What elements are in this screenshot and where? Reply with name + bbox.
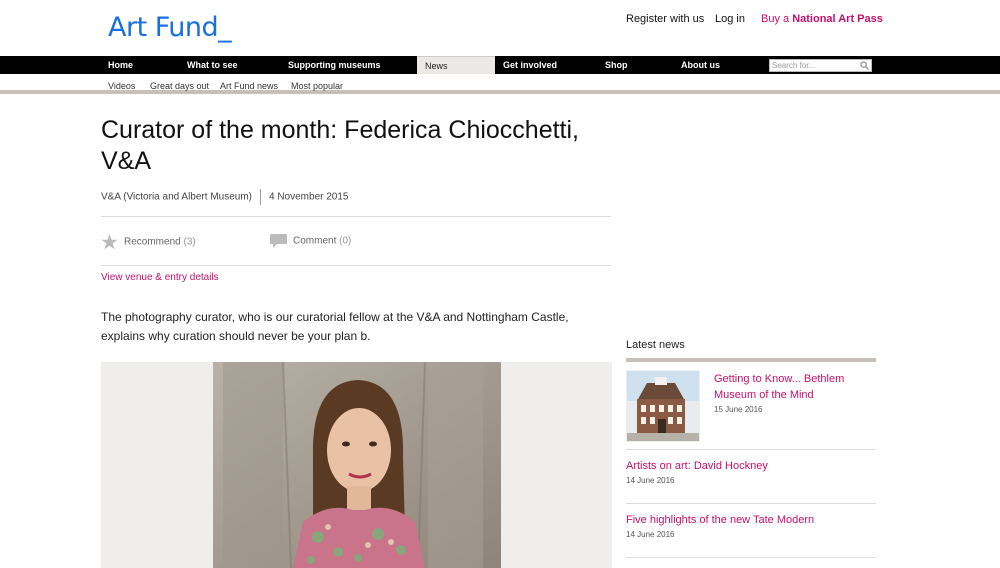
search-placeholder: Search for... xyxy=(772,61,816,70)
nav-item-home[interactable]: Home xyxy=(101,56,183,74)
meta-divider xyxy=(260,189,261,205)
recommend-label: Recommend xyxy=(124,236,181,248)
recommend-button[interactable]: Recommend (3) xyxy=(101,234,196,250)
search-icon[interactable] xyxy=(860,61,869,70)
sidebar-rule xyxy=(626,358,876,362)
header-links: Register with us Log in Buy a National A… xyxy=(0,13,1000,29)
sub-nav: Videos Great days out Art Fund news Most… xyxy=(0,74,1000,94)
news-thumbnail[interactable] xyxy=(626,370,700,442)
article-meta: V&A (Victoria and Albert Museum) 4 Novemb… xyxy=(101,189,349,205)
nav-item-news[interactable]: News xyxy=(417,56,495,74)
news-item-title[interactable]: Five highlights of the new Tate Modern xyxy=(626,512,876,528)
news-item-date: 15 June 2016 xyxy=(714,405,763,414)
register-link[interactable]: Register with us xyxy=(626,13,704,25)
nav-item-get-involved[interactable]: Get involved xyxy=(503,56,593,74)
nav-item-what-to-see[interactable]: What to see xyxy=(187,56,281,74)
article-image-frame xyxy=(101,362,612,568)
news-item-date: 14 June 2016 xyxy=(626,530,675,539)
subnav-most-popular[interactable]: Most popular xyxy=(291,81,343,91)
divider xyxy=(101,265,611,266)
main-nav: Home What to see Supporting museums News… xyxy=(101,56,876,74)
news-item-date: 14 June 2016 xyxy=(626,476,675,485)
divider xyxy=(626,449,876,450)
login-link[interactable]: Log in xyxy=(715,13,745,25)
buy-pass-prefix: Buy a xyxy=(761,13,793,25)
buy-pass-bold: National Art Pass xyxy=(792,13,883,25)
subnav-art-fund-news[interactable]: Art Fund news xyxy=(220,81,278,91)
subnav-great-days-out[interactable]: Great days out xyxy=(150,81,209,91)
subnav-videos[interactable]: Videos xyxy=(108,81,135,91)
search-input[interactable]: Search for... xyxy=(769,59,872,72)
view-venue-link[interactable]: View venue & entry details xyxy=(101,272,219,283)
curator-portrait-image xyxy=(213,362,501,568)
comment-label: Comment xyxy=(293,235,337,247)
portrait-illustration xyxy=(213,362,501,568)
nav-item-about-us[interactable]: About us xyxy=(681,56,751,74)
building-thumbnail xyxy=(627,371,699,441)
comment-count: (0) xyxy=(339,235,352,247)
news-item-title[interactable]: Getting to Know... Bethlem Museum of the… xyxy=(714,371,874,403)
divider xyxy=(626,557,876,558)
article-date: 4 November 2015 xyxy=(269,191,349,203)
latest-news-heading: Latest news xyxy=(626,339,685,351)
divider xyxy=(626,503,876,504)
nav-item-supporting-museums[interactable]: Supporting museums xyxy=(288,56,408,74)
nav-item-shop[interactable]: Shop xyxy=(605,56,665,74)
comment-icon xyxy=(270,234,287,248)
divider xyxy=(101,216,611,217)
news-item-title[interactable]: Artists on art: David Hockney xyxy=(626,458,876,474)
comment-button[interactable]: Comment (0) xyxy=(270,234,351,248)
article-title: Curator of the month: Federica Chiocchet… xyxy=(101,116,580,175)
star-icon xyxy=(101,234,118,250)
article-intro: The photography curator, who is our cura… xyxy=(101,310,569,343)
recommend-count: (3) xyxy=(183,236,196,248)
article-venue[interactable]: V&A (Victoria and Albert Museum) xyxy=(101,192,252,203)
buy-pass-link[interactable]: Buy a National Art Pass xyxy=(761,13,883,25)
